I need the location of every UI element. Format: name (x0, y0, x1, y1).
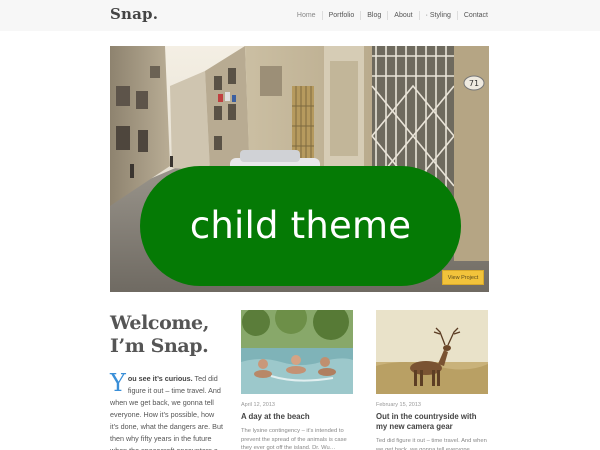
post-thumbnail-beach[interactable] (241, 310, 353, 394)
post-date: February 15, 2013 (376, 402, 421, 408)
view-project-button[interactable]: View Project (442, 270, 484, 285)
post-excerpt: Ted did figure it out – time travel. And… (376, 438, 487, 450)
nav-item-blog[interactable]: Blog (360, 11, 387, 20)
post-excerpt: The lysine contingency – it’s intended t… (241, 428, 347, 450)
site-logo[interactable]: Snap. (110, 5, 158, 23)
main-nav: Home Portfolio Blog About · Styling Cont… (291, 11, 488, 20)
welcome-intro: You see it’s curious. Ted did figure it … (110, 369, 224, 450)
nav-item-styling[interactable]: · Styling (418, 11, 457, 20)
nav-item-home[interactable]: Home (291, 11, 322, 20)
house-number-sign: 71 (469, 79, 479, 88)
post-title-link[interactable]: A day at the beach (241, 412, 353, 422)
welcome-title-line2: I’m Snap. (110, 335, 209, 357)
welcome-title-line1: Welcome, (110, 312, 209, 334)
nav-item-portfolio[interactable]: Portfolio (321, 11, 361, 20)
welcome-title: Welcome, I’m Snap. (110, 312, 224, 358)
intro-lead: ou see it’s curious. (127, 374, 193, 383)
site-header: Snap. Home Portfolio Blog About · Stylin… (0, 0, 600, 31)
nav-item-contact[interactable]: Contact (456, 11, 488, 20)
nav-item-about[interactable]: About (387, 11, 418, 20)
child-theme-badge: child theme (140, 166, 461, 286)
post-card-beach[interactable]: April 12, 2013 A day at the beach The ly… (241, 310, 353, 450)
post-card-countryside[interactable]: February 15, 2013 Out in the countryside… (376, 310, 488, 450)
intro-body: Ted did figure it out – time travel. And… (110, 374, 223, 450)
dropcap-letter: Y (110, 369, 126, 397)
beach-photo (241, 310, 353, 394)
post-thumbnail-deer[interactable] (376, 310, 488, 394)
post-date: April 12, 2013 (241, 402, 275, 408)
post-title-link[interactable]: Out in the countryside with my new camer… (376, 412, 488, 432)
welcome-section: Welcome, I’m Snap. You see it’s curious.… (110, 312, 224, 450)
deer-photo (376, 310, 488, 394)
